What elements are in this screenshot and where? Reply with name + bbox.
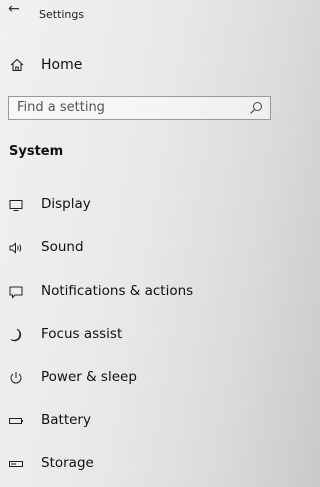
sidebar-item-sound[interactable]: Sound xyxy=(0,233,277,263)
search-placeholder: Find a setting xyxy=(17,100,105,115)
sidebar-item-home[interactable]: Home xyxy=(0,52,277,80)
sidebar-item-label: Storage xyxy=(41,455,94,471)
sidebar-item-storage[interactable]: Storage xyxy=(0,449,277,479)
sidebar-item-label: Notifications & actions xyxy=(41,283,194,299)
sidebar-item-label: Power & sleep xyxy=(41,369,137,385)
sidebar-item-display[interactable]: Display xyxy=(0,190,277,220)
search-input[interactable]: Find a setting xyxy=(8,96,271,120)
sidebar-item-label: Display xyxy=(41,196,91,212)
sidebar-item-label: Home xyxy=(41,57,83,73)
storage-icon xyxy=(8,456,24,472)
sidebar-item-power-sleep[interactable]: Power & sleep xyxy=(0,363,277,393)
back-button[interactable]: ← xyxy=(8,1,20,17)
sidebar-item-label: Focus assist xyxy=(41,326,123,342)
sound-icon xyxy=(8,240,24,256)
sidebar-item-focus-assist[interactable]: Focus assist xyxy=(0,320,277,350)
home-icon xyxy=(9,57,25,73)
notifications-icon xyxy=(8,284,24,300)
sidebar-item-battery[interactable]: Battery xyxy=(0,406,277,436)
title-bar: ← Settings xyxy=(0,0,277,30)
battery-icon xyxy=(8,413,24,429)
display-icon xyxy=(8,197,24,213)
focus-assist-icon xyxy=(8,327,24,343)
power-icon xyxy=(8,370,24,386)
sidebar-item-label: Battery xyxy=(41,412,91,428)
sidebar-item-notifications[interactable]: Notifications & actions xyxy=(0,277,277,307)
sidebar-item-label: Sound xyxy=(41,239,84,255)
window-title: Settings xyxy=(39,8,85,21)
section-title-system: System xyxy=(9,144,64,159)
back-arrow-icon: ← xyxy=(8,1,20,17)
search-icon[interactable] xyxy=(249,101,263,115)
